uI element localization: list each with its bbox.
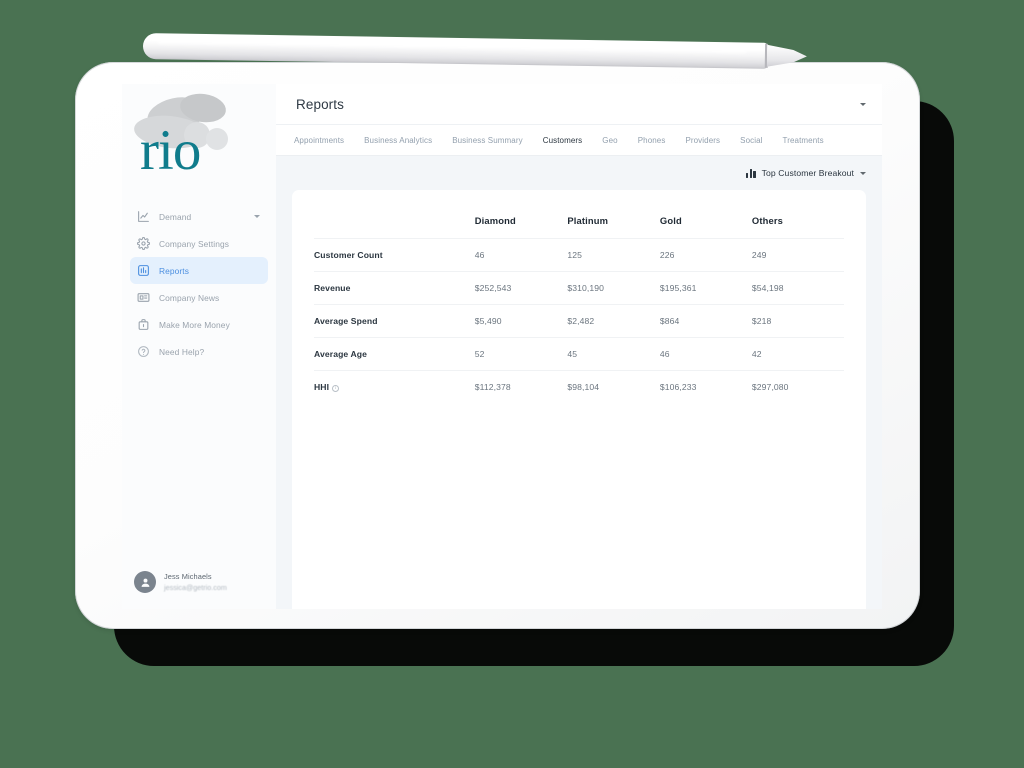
- sidebar-item-label: Reports: [159, 265, 190, 276]
- report-tabs: Appointments Business Analytics Business…: [276, 125, 882, 156]
- row-label-revenue: Revenue: [314, 282, 351, 293]
- user-email: jessica@getrio.com: [164, 582, 227, 592]
- cell-average-spend-others: $218: [751, 315, 772, 326]
- cell-customer-count-gold: 226: [659, 249, 675, 260]
- cell-hhi-gold: $106,233: [659, 381, 697, 392]
- top-customer-breakout-dropdown[interactable]: Top Customer Breakout: [746, 168, 866, 178]
- cell-revenue-gold: $195,361: [659, 282, 697, 293]
- sidebar-item-reports[interactable]: Reports: [130, 257, 268, 284]
- chevron-down-icon[interactable]: [860, 171, 866, 175]
- cell-revenue-others: $54,198: [751, 282, 784, 293]
- tab-phones[interactable]: Phones: [628, 136, 676, 145]
- cell-average-age-diamond: 52: [474, 348, 485, 359]
- table-row: Customer Count 46 125 226 249: [314, 238, 844, 271]
- cell-average-age-others: 42: [751, 348, 762, 359]
- table-row: Revenue $252,543 $310,190 $195,361 $54,1…: [314, 271, 844, 304]
- sidebar-item-company-settings[interactable]: Company Settings: [130, 230, 268, 257]
- row-label-average-spend: Average Spend: [314, 315, 378, 326]
- tab-appointments[interactable]: Appointments: [284, 136, 354, 145]
- stylus-tip: [767, 45, 807, 68]
- cell-average-age-platinum: 45: [567, 348, 578, 359]
- sidebar-item-need-help[interactable]: Need Help?: [130, 338, 268, 365]
- cell-average-age-gold: 46: [659, 348, 670, 359]
- app-logo[interactable]: rio: [122, 90, 276, 197]
- tab-business-analytics[interactable]: Business Analytics: [354, 136, 442, 145]
- sidebar-item-label: Need Help?: [159, 346, 205, 357]
- tab-customers[interactable]: Customers: [533, 136, 593, 145]
- column-header-platinum: Platinum: [567, 215, 609, 227]
- breakout-label: Top Customer Breakout: [761, 168, 854, 178]
- customer-breakout-table: Diamond Platinum Gold Others Customer Co…: [314, 208, 844, 403]
- chevron-down-icon[interactable]: [254, 215, 260, 218]
- news-icon: [137, 291, 150, 304]
- report-card: Diamond Platinum Gold Others Customer Co…: [292, 190, 866, 609]
- column-header-diamond: Diamond: [474, 215, 516, 227]
- logo-blob-icon: [206, 128, 228, 150]
- cell-customer-count-diamond: 46: [474, 249, 485, 260]
- column-header-others: Others: [751, 215, 784, 227]
- report-icon: [137, 264, 150, 277]
- tab-geo[interactable]: Geo: [592, 136, 627, 145]
- sidebar-item-label: Company News: [159, 292, 220, 303]
- cell-average-spend-platinum: $2,482: [567, 315, 595, 326]
- table-row: Average Spend $5,490 $2,482 $864 $218: [314, 304, 844, 337]
- cell-hhi-others: $297,080: [751, 381, 789, 392]
- tab-social[interactable]: Social: [730, 136, 772, 145]
- user-avatar-icon: [134, 571, 156, 593]
- sidebar-item-make-more-money[interactable]: Make More Money: [130, 311, 268, 338]
- cell-hhi-platinum: $98,104: [567, 381, 600, 392]
- tab-business-summary[interactable]: Business Summary: [442, 136, 533, 145]
- row-label-average-age: Average Age: [314, 348, 368, 359]
- info-icon[interactable]: i: [332, 384, 340, 392]
- row-label-customer-count: Customer Count: [314, 249, 383, 260]
- sidebar: rio Demand Company Settings Reports Comp…: [122, 84, 276, 609]
- main-content: Reports Appointments Business Analytics …: [276, 84, 882, 609]
- cell-customer-count-others: 249: [751, 249, 767, 260]
- logo-wordmark: rio: [140, 119, 201, 182]
- briefcase-icon: [137, 318, 150, 331]
- report-toolbar: Top Customer Breakout: [276, 156, 882, 190]
- tablet-device: rio Demand Company Settings Reports Comp…: [75, 62, 920, 629]
- chart-line-icon: [137, 210, 150, 223]
- sidebar-item-company-news[interactable]: Company News: [130, 284, 268, 311]
- cell-average-spend-gold: $864: [659, 315, 680, 326]
- tablet-screen: rio Demand Company Settings Reports Comp…: [122, 84, 882, 609]
- user-meta: Jess Michaels jessica@getrio.com: [164, 572, 227, 592]
- page-header: Reports: [276, 84, 882, 125]
- help-circle-icon: [137, 345, 150, 358]
- cell-revenue-diamond: $252,543: [474, 282, 512, 293]
- bar-chart-icon: [746, 168, 756, 178]
- cell-hhi-diamond: $112,378: [474, 381, 511, 392]
- cell-customer-count-platinum: 125: [567, 249, 582, 260]
- row-label-hhi: HHI i: [314, 370, 475, 403]
- user-profile[interactable]: Jess Michaels jessica@getrio.com: [122, 571, 276, 609]
- row-label-hhi-text: HHI: [314, 381, 330, 392]
- chevron-down-icon[interactable]: [860, 102, 866, 106]
- table-row: HHI i $112,378 $98,104 $106,233 $297,080: [314, 370, 844, 403]
- table-row: Average Age 52 45 46 42: [314, 337, 844, 370]
- table-header-row: Diamond Platinum Gold Others: [314, 208, 844, 238]
- sidebar-nav: Demand Company Settings Reports Company …: [122, 201, 276, 365]
- sidebar-item-label: Demand: [159, 211, 192, 222]
- column-header-metric: [314, 208, 475, 238]
- page-title: Reports: [296, 96, 344, 112]
- tab-treatments[interactable]: Treatments: [773, 136, 834, 145]
- tab-providers[interactable]: Providers: [675, 136, 730, 145]
- sidebar-item-label: Make More Money: [159, 319, 230, 330]
- column-header-gold: Gold: [659, 215, 682, 227]
- gear-icon: [137, 237, 150, 250]
- cell-average-spend-diamond: $5,490: [474, 315, 502, 326]
- table-head: Diamond Platinum Gold Others: [314, 208, 844, 238]
- cell-revenue-platinum: $310,190: [567, 282, 604, 293]
- sidebar-item-label: Company Settings: [159, 238, 230, 249]
- table-body: Customer Count 46 125 226 249 Revenue $2…: [314, 238, 844, 403]
- sidebar-item-demand[interactable]: Demand: [130, 203, 268, 230]
- user-name: Jess Michaels: [164, 572, 212, 582]
